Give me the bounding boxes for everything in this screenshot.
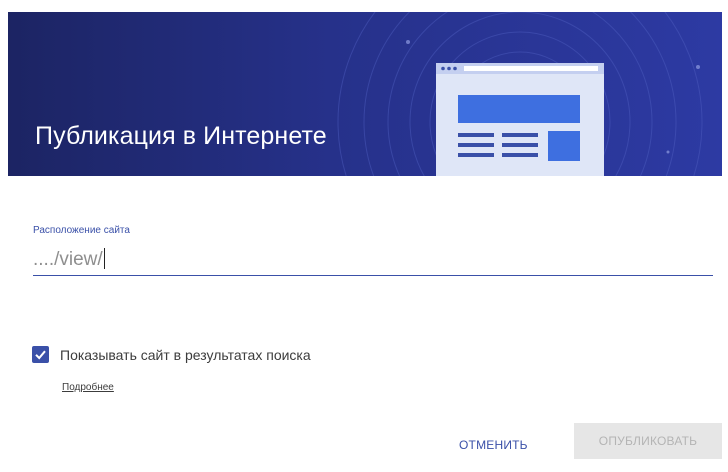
search-visibility-label: Показывать сайт в результатах поиска [60,346,311,363]
search-visibility-checkbox[interactable] [32,346,49,363]
dialog-content: Расположение сайта ..../view/ Показывать… [8,176,722,464]
learn-more-link[interactable]: Подробнее [62,382,114,393]
header-decoration [337,12,703,176]
text-caret [103,248,105,269]
site-location-input[interactable] [33,246,713,276]
publish-button[interactable]: ОПУБЛИКОВАТЬ [574,423,722,459]
dialog-header: Публикация в Интернете [8,12,722,176]
publish-dialog: Публикация в Интернете Расположение сайт… [8,12,722,464]
cancel-button[interactable]: ОТМЕНИТЬ [455,432,532,458]
browser-window-icon [436,63,604,176]
search-visibility-option[interactable]: Показывать сайт в результатах поиска [32,346,311,363]
site-location-label: Расположение сайта [33,225,130,236]
checkmark-icon [35,350,46,360]
site-location-value: ..../view/ [33,248,105,270]
dialog-title: Публикация в Интернете [35,122,327,150]
